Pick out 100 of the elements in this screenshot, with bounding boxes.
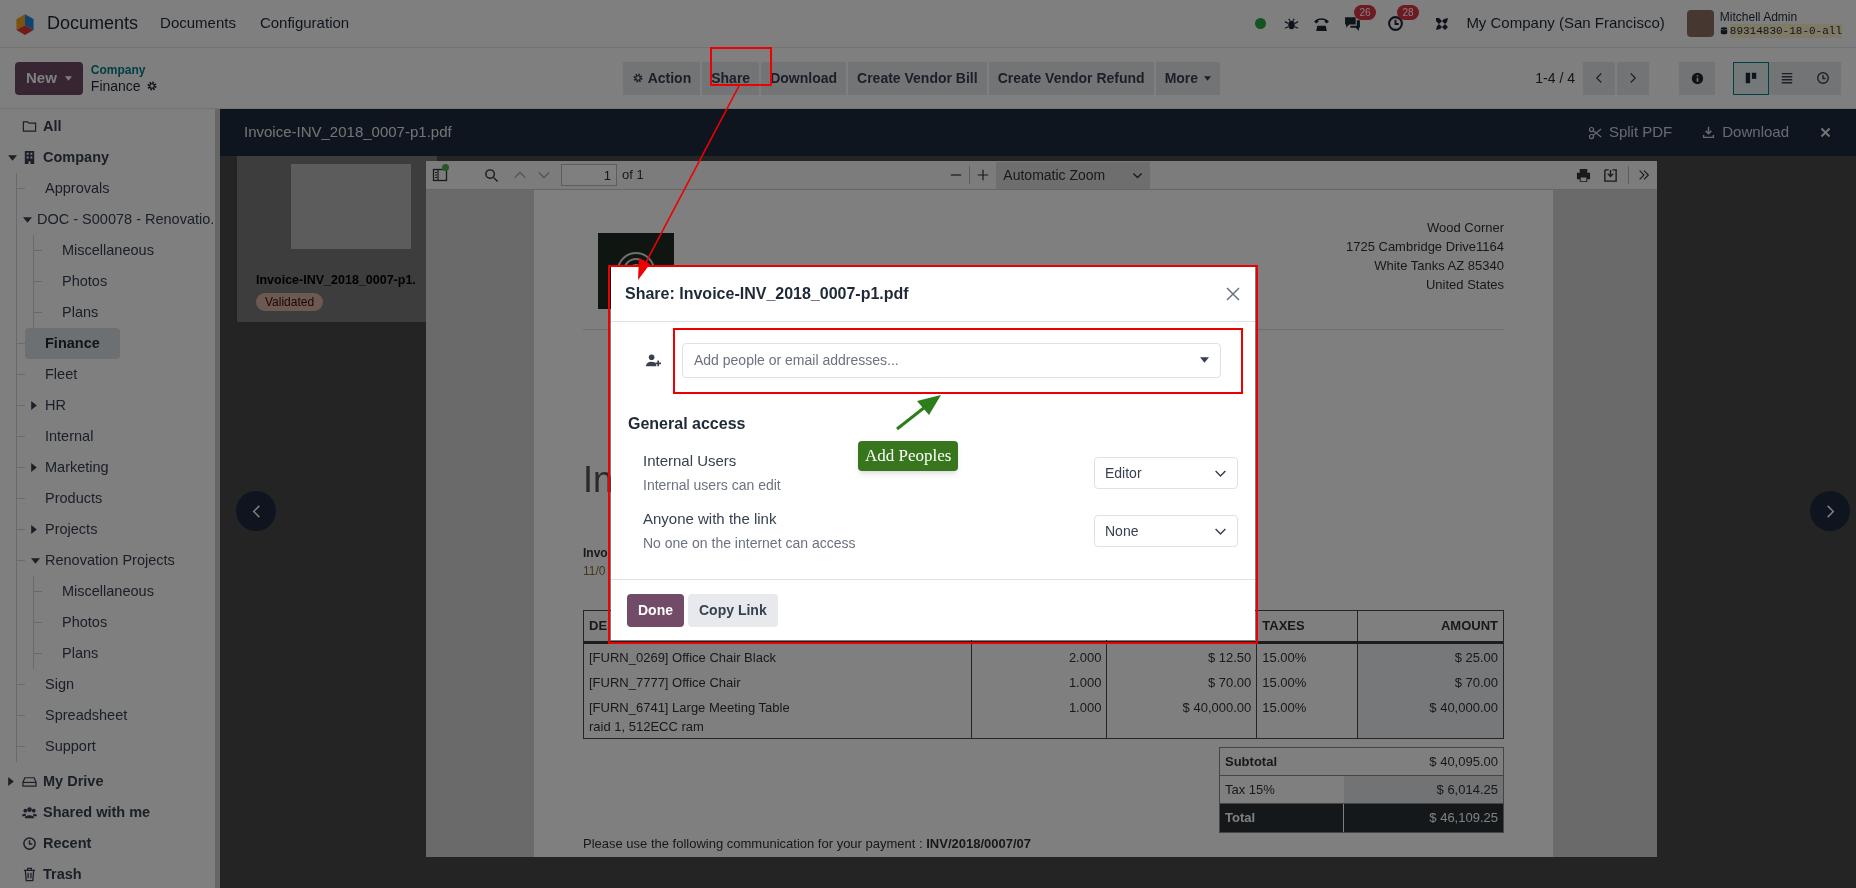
address-line: Wood Corner [1426,219,1504,237]
menu-item[interactable]: Documents [160,12,236,35]
totals-value: $ 6,014.25 [1436,780,1498,799]
tools-icon [1434,15,1451,32]
notification-badge: 28 [1397,5,1419,20]
view-switch-button[interactable] [1805,61,1841,95]
view-switch-button[interactable] [1733,61,1769,95]
menu-item[interactable]: Configuration [259,12,350,35]
view-switch-button[interactable] [1769,61,1805,95]
column-header: TAXES [1262,617,1305,636]
caret-down-icon [64,75,72,81]
invoice-label: Invo [583,545,608,562]
sidebar-item[interactable]: Projects [25,514,118,545]
breadcrumb-link[interactable]: Company [90,62,158,78]
dialog-button[interactable]: Done [627,593,684,627]
database-name: 89314830-18-0-all [1729,23,1842,38]
page-number-field[interactable]: 1 [561,164,617,186]
caret-down-icon [31,557,40,564]
sidebar-item[interactable]: HR [25,390,86,421]
sidebar-item[interactable]: Fleet [25,359,98,390]
company-switcher[interactable]: My Company (San Francisco) [1466,12,1665,35]
sidebar-item[interactable]: Miscellaneous [42,576,174,607]
caret-right-icon [8,777,14,786]
sidebar-item[interactable]: Recent [4,828,215,859]
avatar-placeholder[interactable] [1686,10,1714,37]
table-cell: 15.00% [1262,700,1307,715]
sidebar-item[interactable]: Trash [4,859,215,888]
sidebar-item[interactable]: Company [4,142,215,173]
sidebar-item[interactable]: Plans [42,638,119,669]
sidebar-item[interactable]: Photos [42,266,128,297]
building-icon [22,150,37,165]
document-name: Invoice-INV_2018_0007-p1. [256,272,416,289]
sidebar-item[interactable]: DOC - S00078 - Renovatio. [17,204,215,235]
toolbar-button[interactable]: Create Vendor Refund [988,61,1154,95]
users-icon [22,805,37,820]
sidebar-item[interactable]: Renovation Projects [25,545,195,576]
zoom-select[interactable]: Automatic Zoom [996,161,1151,189]
people-input[interactable]: Add people or email addresses... [694,349,1200,371]
access-select[interactable]: Editor [1094,457,1238,489]
table-cell: $ 40,000.00 [1182,700,1252,715]
table-cell: 1.000 [1068,700,1102,715]
viewer-action-button[interactable]: Download [1702,121,1789,144]
kanban-view-icon [1744,71,1758,85]
sidebar-item[interactable]: Products [25,483,123,514]
sidebar-item[interactable]: Finance [25,328,120,359]
caret-down-icon [23,216,32,223]
caret-right-icon [31,401,37,410]
sidebar-item[interactable]: All [4,111,215,142]
breadcrumb-current: Finance [90,78,141,94]
status-dot-icon [1255,18,1267,29]
toolbar-button[interactable]: More [1155,61,1221,95]
close-button[interactable] [1225,286,1241,302]
sidebar-item[interactable]: Marketing [25,452,129,483]
access-description: Internal users can edit [643,475,781,495]
callout-label: Add Peoples [858,441,959,471]
toolbar-button[interactable]: Create Vendor Bill [848,61,987,95]
sidebar-item[interactable]: Plans [42,297,119,328]
new-button[interactable]: New [15,61,83,95]
people-field[interactable]: Add people or email addresses... [682,342,1221,378]
sidebar-item[interactable]: Photos [42,607,128,638]
save-icon [1603,167,1618,183]
database-icon [1719,26,1728,35]
table-cell: $ 70.00 [1454,675,1498,690]
dialog-button[interactable]: Copy Link [688,593,778,627]
table-cell: 15.00% [1262,675,1307,690]
close-icon [1225,286,1241,302]
sidebar-item[interactable]: Miscellaneous [42,235,174,266]
sidebar-item[interactable]: Internal [25,421,114,452]
table-cell: $ 12.50 [1207,650,1252,665]
info-icon [1690,71,1704,85]
zoom-in-icon [976,168,991,182]
sidebar-item[interactable]: Support [25,731,116,762]
caret-right-icon [31,463,37,472]
list-view-icon [1780,71,1794,85]
access-select[interactable]: None [1094,515,1238,547]
page-count: of 1 [622,166,644,185]
toolbar-button[interactable]: Action [622,61,701,95]
toolbar-button[interactable]: Share [702,61,760,95]
address-line: 1725 Cambridge Drive1164 [1345,238,1504,256]
search-icon [484,167,499,183]
sidebar-item[interactable]: Sign [25,669,95,700]
table-cell: $ 25.00 [1454,650,1498,665]
bug-icon [1284,16,1300,31]
viewer-action-button[interactable]: Split PDF [1587,121,1673,144]
download-icon [1702,126,1716,139]
folder-icon [22,119,37,134]
sidebar-item[interactable]: Approvals [25,173,130,204]
pager-value: 1-4 / 4 [1535,68,1575,88]
sidebar-item[interactable]: Shared with me [4,797,215,828]
access-description: No one on the internet can access [643,533,856,553]
notification-badge: 26 [1354,5,1376,20]
table-cell: 1.000 [1068,675,1102,690]
sidebar-item[interactable]: My Drive [4,766,215,797]
toolbar-button[interactable]: Download [761,61,847,95]
sidebar-item[interactable]: Spreadsheet [25,700,148,731]
trash-icon [22,867,37,882]
print-icon [1576,167,1591,183]
info-button[interactable] [1679,61,1715,95]
totals-label: Tax 15% [1225,780,1275,799]
highlight-frame [710,47,772,86]
